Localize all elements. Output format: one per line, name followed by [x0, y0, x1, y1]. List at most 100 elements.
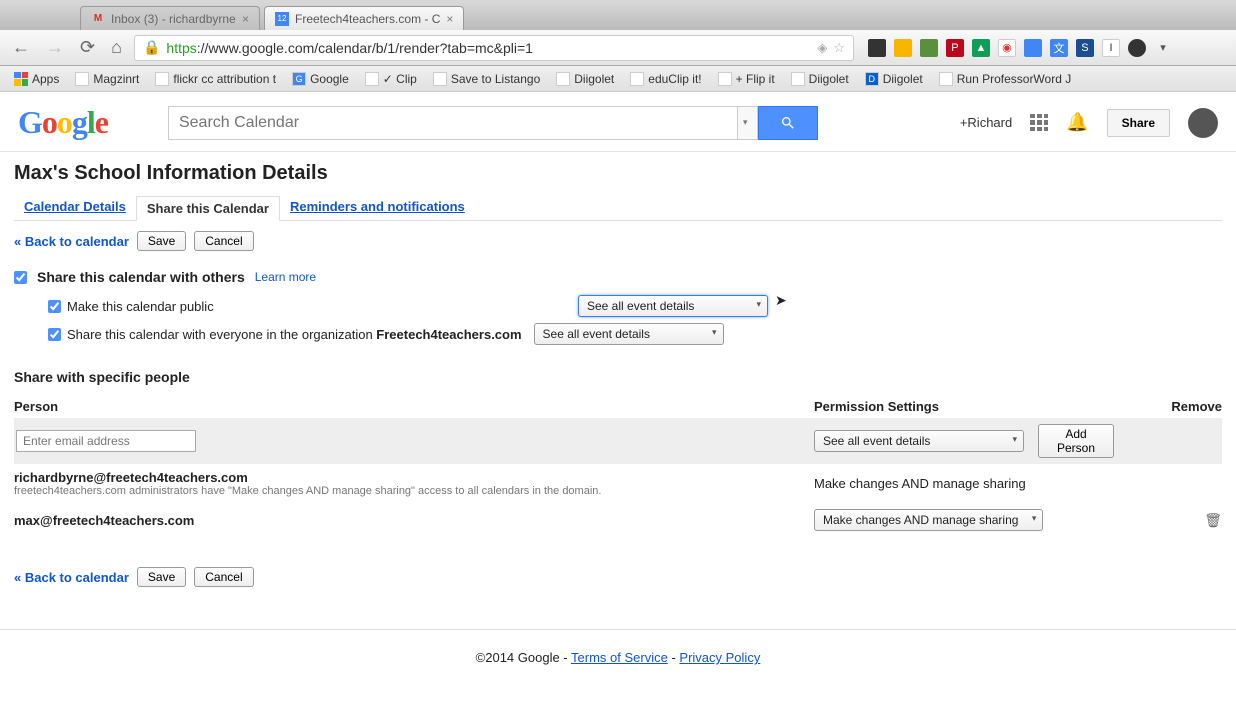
tab-share-calendar[interactable]: Share this Calendar [136, 196, 280, 221]
page-action-icon[interactable]: ◈ [817, 40, 827, 56]
bookmark-item[interactable]: eduClip it! [624, 70, 707, 88]
new-person-permission-select[interactable]: See all event details [814, 430, 1024, 452]
calendar-icon: 12 [275, 12, 289, 26]
url-text: https://www.google.com/calendar/b/1/rend… [166, 40, 533, 56]
share-others-title: Share this calendar with others [37, 269, 245, 285]
permission-select[interactable]: Make changes AND manage sharing [814, 509, 1043, 531]
reload-button[interactable]: ⟳ [76, 35, 99, 60]
page-content: Max's School Information Details Calenda… [0, 152, 1236, 615]
tab-reminders[interactable]: Reminders and notifications [280, 195, 475, 220]
browser-tab-gmail[interactable]: M Inbox (3) - richardbyrne × [80, 6, 260, 30]
make-public-row: Make this calendar public See all event … [48, 295, 1222, 317]
bookmark-item[interactable]: Magzinrt [69, 70, 145, 88]
browser-nav-bar: ← → ⟳ ⌂ 🔒 https://www.google.com/calenda… [0, 30, 1236, 66]
bookmark-item[interactable]: Diigolet [785, 70, 855, 88]
col-permission: Permission Settings [814, 399, 1114, 414]
col-remove: Remove [1114, 399, 1222, 414]
bookmark-item[interactable]: DDiigolet [859, 70, 929, 88]
ext-icon[interactable] [1024, 39, 1042, 57]
person-row-admin: richardbyrne@freetech4teachers.com freet… [14, 464, 1222, 503]
settings-tabs: Calendar Details Share this Calendar Rem… [14, 195, 1222, 221]
cancel-button[interactable]: Cancel [194, 567, 253, 587]
org-detail-select[interactable]: See all event details [534, 323, 724, 345]
bottom-action-row: « Back to calendar Save Cancel [14, 567, 1222, 587]
close-icon[interactable]: × [446, 12, 453, 26]
tab-calendar-details[interactable]: Calendar Details [14, 195, 136, 220]
learn-more-link[interactable]: Learn more [255, 270, 316, 284]
bookmark-item[interactable]: Run ProfessorWord J [933, 70, 1078, 88]
top-action-row: « Back to calendar Save Cancel [14, 231, 1222, 251]
person-sub: freetech4teachers.com administrators hav… [14, 485, 814, 497]
tab-title: Inbox (3) - richardbyrne [111, 12, 236, 26]
ext-icon[interactable]: I [1102, 39, 1120, 57]
close-icon[interactable]: × [242, 12, 249, 26]
make-public-checkbox[interactable] [48, 300, 61, 313]
pinterest-icon[interactable]: P [946, 39, 964, 57]
ext-icon[interactable] [1128, 39, 1146, 57]
search-button[interactable] [758, 106, 818, 140]
page-title: Max's School Information Details [14, 162, 1222, 185]
make-public-label: Make this calendar public [67, 299, 214, 314]
translate-icon[interactable]: 文 [1050, 39, 1068, 57]
bookmark-item[interactable]: flickr cc attribution t [149, 70, 282, 88]
url-bar[interactable]: 🔒 https://www.google.com/calendar/b/1/re… [134, 35, 854, 61]
bookmark-item[interactable]: Diigolet [550, 70, 620, 88]
share-org-checkbox[interactable] [48, 328, 61, 341]
search-dropdown-toggle[interactable] [738, 106, 758, 140]
lock-icon: 🔒 [143, 39, 160, 56]
ext-icon[interactable] [920, 39, 938, 57]
cancel-button[interactable]: Cancel [194, 231, 253, 251]
apps-shortcut[interactable]: Apps [8, 70, 65, 88]
terms-link[interactable]: Terms of Service [571, 650, 668, 665]
browser-tab-strip: M Inbox (3) - richardbyrne × 12 Freetech… [0, 2, 1236, 30]
menu-icon[interactable]: ▾ [1154, 39, 1172, 57]
gmail-icon: M [91, 12, 105, 26]
bookmark-bar: Apps Magzinrt flickr cc attribution t GG… [0, 66, 1236, 92]
header-right: +Richard 🔔 Share [960, 108, 1218, 138]
add-person-button[interactable]: Add Person [1038, 424, 1114, 458]
bookmark-item[interactable]: ✓ Clip [359, 70, 423, 88]
bookmark-item[interactable]: GGoogle [286, 70, 355, 88]
permission-text: Make changes AND manage sharing [814, 476, 1026, 491]
google-logo[interactable]: Google [18, 104, 108, 141]
google-header: Google +Richard 🔔 Share [0, 92, 1236, 152]
avatar[interactable] [1188, 108, 1218, 138]
home-button[interactable]: ⌂ [107, 35, 126, 60]
ext-icon[interactable] [894, 39, 912, 57]
notifications-icon[interactable]: 🔔 [1066, 112, 1088, 133]
ext-icon[interactable] [868, 39, 886, 57]
share-button[interactable]: Share [1107, 109, 1170, 137]
email-input[interactable] [16, 430, 196, 452]
back-to-calendar-link[interactable]: « Back to calendar [14, 570, 129, 585]
col-person: Person [14, 399, 814, 414]
drive-icon[interactable]: ▲ [972, 39, 990, 57]
public-detail-select[interactable]: See all event details ➤ [578, 295, 768, 317]
calendar-search [168, 106, 818, 140]
privacy-link[interactable]: Privacy Policy [679, 650, 760, 665]
person-email: richardbyrne@freetech4teachers.com [14, 470, 814, 485]
ext-icon[interactable]: ◉ [998, 39, 1016, 57]
ext-icon[interactable]: S [1076, 39, 1094, 57]
page-footer: ©2014 Google - Terms of Service - Privac… [0, 629, 1236, 705]
user-link[interactable]: +Richard [960, 115, 1012, 130]
back-to-calendar-link[interactable]: « Back to calendar [14, 234, 129, 249]
bookmark-star-icon[interactable]: ☆ [833, 40, 845, 56]
person-email: max@freetech4teachers.com [14, 513, 814, 528]
apps-grid-icon[interactable] [1030, 114, 1048, 132]
search-icon [780, 115, 796, 131]
save-button[interactable]: Save [137, 231, 186, 251]
bookmark-item[interactable]: Save to Listango [427, 70, 546, 88]
share-specific-title: Share with specific people [14, 369, 1222, 385]
share-org-label: Share this calendar with everyone in the… [67, 327, 522, 342]
share-others-checkbox[interactable] [14, 271, 27, 284]
search-input[interactable] [168, 106, 738, 140]
browser-tab-calendar[interactable]: 12 Freetech4teachers.com - C × [264, 6, 464, 30]
forward-button[interactable]: → [42, 35, 68, 60]
bookmark-item[interactable]: + Flip it [712, 70, 781, 88]
save-button[interactable]: Save [137, 567, 186, 587]
tab-title: Freetech4teachers.com - C [295, 12, 440, 26]
trash-icon[interactable]: 🗑 [1204, 512, 1222, 528]
cursor-icon: ➤ [775, 292, 787, 309]
add-person-row: See all event details Add Person [14, 418, 1222, 464]
back-button[interactable]: ← [8, 35, 34, 60]
